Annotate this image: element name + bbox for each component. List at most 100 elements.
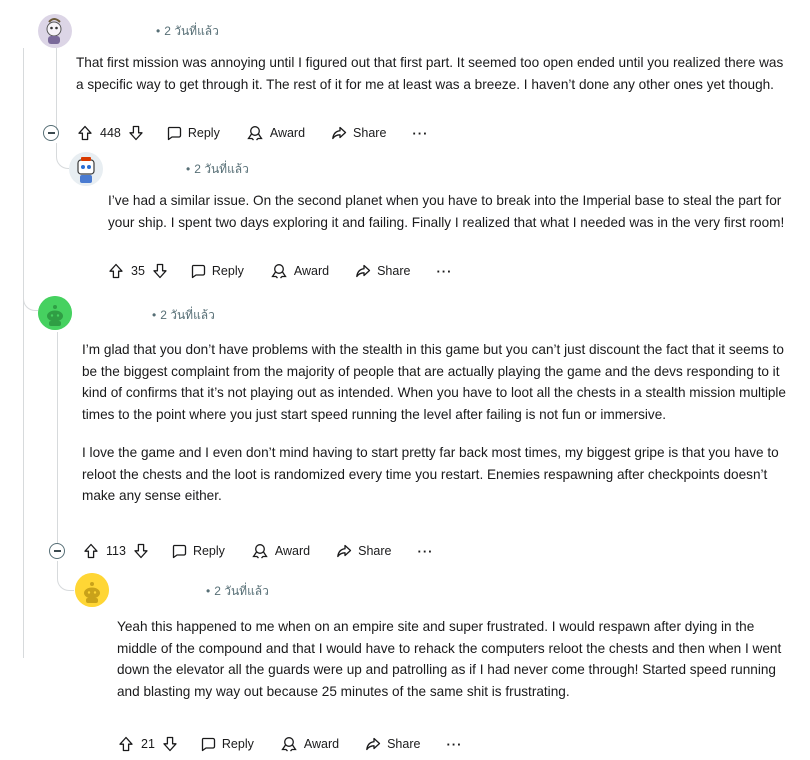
vote-count: 448 [100, 126, 121, 140]
thread-line[interactable] [57, 332, 58, 544]
downvote-icon[interactable] [162, 736, 178, 752]
vote-control: 21 [118, 736, 178, 752]
share-label: Share [358, 544, 392, 558]
separator-dot: • [152, 308, 157, 322]
separator-dot: • [206, 584, 211, 598]
thread-line[interactable] [23, 48, 24, 658]
user-avatar[interactable] [38, 296, 72, 330]
upvote-icon[interactable] [108, 263, 124, 279]
comment-time: 2 วันที่แล้ว [164, 23, 219, 38]
more-options-button[interactable]: ··· [446, 737, 462, 752]
comment-actions: 113 Reply Award Share ··· [49, 539, 433, 563]
award-icon [252, 544, 268, 559]
more-options-button[interactable]: ··· [436, 264, 452, 279]
comment-actions: 21 Reply Award Share ··· [118, 732, 462, 756]
downvote-icon[interactable] [152, 263, 168, 279]
award-button[interactable]: Award [280, 736, 339, 752]
reply-label: Reply [192, 544, 225, 558]
snoo-green-avatar-icon [38, 296, 72, 330]
downvote-icon[interactable] [128, 125, 144, 141]
share-label: Share [353, 126, 387, 140]
comment-paragraph: That first mission was annoying until I … [76, 55, 784, 92]
reply-button[interactable]: Reply [171, 543, 225, 559]
comment-bubble-icon [167, 126, 182, 141]
comment-time: 2 วันที่แล้ว [160, 307, 215, 322]
comment-meta: • 2 วันที่แล้ว [76, 305, 215, 325]
award-button[interactable]: Award [270, 263, 329, 279]
comment-actions: 448 Reply Award Share ··· [43, 121, 428, 145]
thread-branch [23, 288, 38, 311]
collapse-thread-button[interactable] [49, 543, 65, 559]
upvote-icon[interactable] [77, 125, 93, 141]
more-options-button[interactable]: ··· [412, 126, 428, 141]
award-label: Award [274, 544, 311, 558]
vote-control: 448 [77, 125, 144, 141]
award-icon [247, 126, 263, 141]
comment-bubble-icon [201, 737, 216, 752]
upvote-icon[interactable] [83, 543, 99, 559]
comment-meta: • 2 วันที่แล้ว [82, 21, 219, 41]
comment-bubble-icon [191, 264, 206, 279]
share-button[interactable]: Share [355, 263, 410, 279]
upvote-icon[interactable] [118, 736, 134, 752]
reply-label: Reply [187, 126, 220, 140]
reply-label: Reply [211, 264, 244, 278]
award-icon [271, 264, 287, 279]
comment-paragraph: I love the game and I even don’t mind ha… [82, 444, 779, 504]
share-button[interactable]: Share [331, 125, 386, 141]
username-redacted[interactable] [114, 584, 200, 598]
comment-paragraph: I’ve had a similar issue. On the second … [108, 193, 785, 230]
thread-branch [56, 148, 69, 169]
share-label: Share [377, 264, 411, 278]
robot-avatar-icon [69, 152, 103, 186]
collapse-thread-button[interactable] [43, 125, 59, 141]
separator-dot: • [186, 162, 191, 176]
cartoon-character-avatar-icon [38, 14, 72, 48]
comment-paragraph: Yeah this happened to me when on an empi… [117, 619, 782, 700]
reply-button[interactable]: Reply [200, 736, 254, 752]
share-icon [337, 544, 352, 558]
thread-branch [57, 568, 74, 591]
award-button[interactable]: Award [251, 543, 310, 559]
reply-label: Reply [221, 737, 254, 751]
comment-body: I’m glad that you don’t have problems wi… [82, 339, 794, 507]
vote-count: 35 [131, 264, 145, 278]
share-icon [332, 126, 347, 140]
comment-meta: • 2 วันที่แล้ว [104, 159, 249, 179]
vote-count: 113 [106, 544, 126, 558]
comment-body: Yeah this happened to me when on an empi… [117, 616, 785, 703]
award-button[interactable]: Award [246, 125, 305, 141]
comment-body: I’ve had a similar issue. On the second … [108, 190, 796, 233]
separator-dot: • [156, 24, 161, 38]
comment-body: That first mission was annoying until I … [76, 52, 794, 95]
user-avatar[interactable] [75, 573, 109, 607]
award-label: Award [293, 264, 330, 278]
share-button[interactable]: Share [336, 543, 391, 559]
share-label: Share [387, 737, 421, 751]
award-label: Award [303, 737, 340, 751]
comment-meta: • 2 วันที่แล้ว [114, 581, 269, 601]
username-redacted[interactable] [104, 162, 180, 176]
comment-bubble-icon [172, 544, 187, 559]
snoo-yellow-avatar-icon [75, 573, 109, 607]
more-options-button[interactable]: ··· [417, 544, 433, 559]
share-button[interactable]: Share [365, 736, 420, 752]
downvote-icon[interactable] [133, 543, 149, 559]
username-redacted[interactable] [82, 24, 150, 38]
reply-button[interactable]: Reply [166, 125, 220, 141]
share-icon [356, 264, 371, 278]
user-avatar[interactable] [38, 14, 72, 48]
vote-count: 21 [141, 737, 155, 751]
vote-control: 35 [108, 263, 168, 279]
award-label: Award [269, 126, 306, 140]
share-icon [366, 737, 381, 751]
thread-line[interactable] [56, 48, 57, 130]
comment-time: 2 วันที่แล้ว [194, 161, 249, 176]
comment-time: 2 วันที่แล้ว [214, 583, 269, 598]
vote-control: 113 [83, 543, 149, 559]
user-avatar[interactable] [69, 152, 103, 186]
award-icon [281, 737, 297, 752]
comment-actions: 35 Reply Award Share ··· [108, 259, 452, 283]
reply-button[interactable]: Reply [190, 263, 244, 279]
username-redacted[interactable] [76, 308, 146, 322]
